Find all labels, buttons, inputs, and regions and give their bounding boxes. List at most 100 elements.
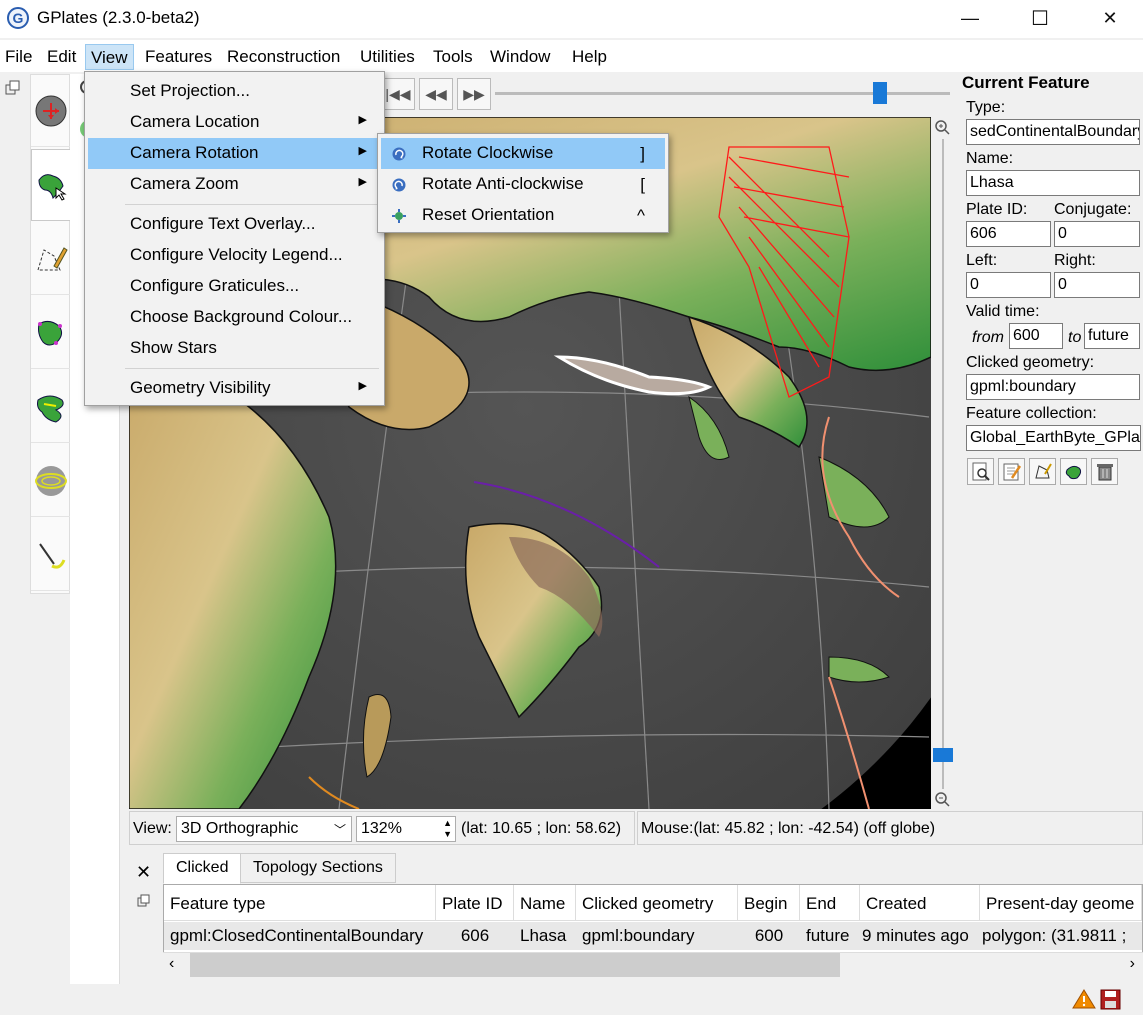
column-header-end[interactable]: End <box>800 885 860 921</box>
scroll-left-icon[interactable]: ‹ <box>169 955 174 973</box>
valid-time-label: Valid time: <box>966 303 1040 320</box>
undock-icon[interactable] <box>5 80 21 96</box>
horizontal-scrollbar-thumb[interactable] <box>190 953 840 977</box>
edit-icon <box>1003 463 1021 480</box>
close-button[interactable]: ✕ <box>1075 0 1143 36</box>
maximize-button[interactable]: ☐ <box>1005 0 1075 36</box>
menu-utilities[interactable]: Utilities <box>355 44 420 70</box>
name-field[interactable]: Lhasa <box>966 170 1140 196</box>
plate-shape-icon <box>1065 465 1081 479</box>
left-field[interactable]: 0 <box>966 272 1051 298</box>
step-back-button[interactable]: ◀◀ <box>419 78 453 110</box>
tab-clicked[interactable]: Clicked <box>163 853 242 884</box>
column-header-created[interactable]: Created <box>860 885 980 921</box>
save-icon <box>1100 989 1121 1010</box>
menu-item-configure-graticules[interactable]: Configure Graticules... <box>88 271 381 302</box>
scroll-right-icon[interactable]: › <box>1130 955 1135 973</box>
query-feature-button[interactable] <box>967 458 994 485</box>
time-slider-thumb[interactable] <box>873 82 887 104</box>
menu-window[interactable]: Window <box>485 44 555 70</box>
column-header-feature-type[interactable]: Feature type <box>164 885 436 921</box>
rotate-clockwise-icon <box>392 147 406 161</box>
menu-item-choose-background-colour[interactable]: Choose Background Colour... <box>88 302 381 333</box>
menu-item-rotate-clockwise[interactable]: Rotate Clockwise ] <box>381 138 665 169</box>
topology-tools-button[interactable] <box>31 371 71 443</box>
conjugate-field[interactable]: 0 <box>1054 221 1140 247</box>
menu-view[interactable]: View <box>85 44 134 70</box>
to-field[interactable]: future <box>1084 323 1140 349</box>
clone-geometry-button[interactable] <box>1029 458 1056 485</box>
panel-close-icon[interactable]: ✕ <box>136 862 151 883</box>
cell-plate-id: 606 <box>436 922 514 950</box>
minimize-button[interactable]: — <box>935 0 1005 36</box>
trash-icon <box>1096 463 1113 480</box>
projection-select[interactable]: 3D Orthographic ﹀ <box>176 816 352 842</box>
shortcut-label: ^ <box>637 206 645 225</box>
feature-inspection-button[interactable] <box>31 149 71 221</box>
step-forward-button[interactable]: ▶▶ <box>457 78 491 110</box>
menu-item-configure-text-overlay[interactable]: Configure Text Overlay... <box>88 209 381 240</box>
menu-item-configure-velocity-legend[interactable]: Configure Velocity Legend... <box>88 240 381 271</box>
jump-to-start-button[interactable]: |◀◀ <box>381 78 415 110</box>
column-header-clicked-geometry[interactable]: Clicked geometry <box>576 885 738 921</box>
clicked-geometry-label: Clicked geometry: <box>966 354 1095 371</box>
column-header-plate-id[interactable]: Plate ID <box>436 885 514 921</box>
submenu-arrow-icon: ▶ <box>358 145 367 157</box>
menu-item-camera-rotation[interactable]: Camera Rotation ▶ <box>88 138 381 169</box>
cell-name: Lhasa <box>514 922 576 950</box>
type-field[interactable]: sedContinentalBoundary <box>966 119 1140 145</box>
menu-file[interactable]: File <box>0 44 37 70</box>
menu-item-rotate-anticlockwise[interactable]: Rotate Anti-clockwise [ <box>381 169 665 200</box>
status-icons <box>1070 988 1140 1010</box>
gplates-logo-icon: G <box>7 7 29 29</box>
small-circle-icon <box>35 465 67 496</box>
left-label: Left: <box>966 252 998 269</box>
view-tools-button[interactable] <box>31 75 71 147</box>
panel-undock-icon[interactable] <box>137 894 151 913</box>
menu-help[interactable]: Help <box>567 44 612 70</box>
edit-feature-button[interactable] <box>998 458 1025 485</box>
from-field[interactable]: 600 <box>1009 323 1063 349</box>
plate-id-label: Plate ID: <box>966 201 1028 218</box>
zoom-slider-thumb[interactable] <box>933 748 953 762</box>
mouse-coordinates: Mouse:(lat: 45.82 ; lon: -42.54) (off gl… <box>641 820 936 837</box>
menu-item-set-projection[interactable]: Set Projection... <box>88 76 381 107</box>
submenu-arrow-icon: ▶ <box>358 380 367 392</box>
clicked-geometry-field[interactable]: gpml:boundary <box>966 374 1140 400</box>
camera-coordinates: (lat: 10.65 ; lon: 58.62) <box>461 820 622 837</box>
right-field[interactable]: 0 <box>1054 272 1140 298</box>
menu-item-camera-zoom[interactable]: Camera Zoom ▶ <box>88 169 381 200</box>
menu-item-reset-orientation[interactable]: Reset Orientation ^ <box>381 200 665 231</box>
view-status-bar: View: 3D Orthographic ﹀ 132% ▲ ▼ (lat: 10… <box>129 811 635 845</box>
menu-edit[interactable]: Edit <box>42 44 81 70</box>
menu-reconstruction[interactable]: Reconstruction <box>222 44 345 70</box>
plate-id-field[interactable]: 606 <box>966 221 1051 247</box>
pole-manipulation-button[interactable] <box>31 445 71 517</box>
menu-item-camera-location[interactable]: Camera Location ▶ <box>88 107 381 138</box>
view-label: View: <box>133 820 172 837</box>
spin-arrows-icon[interactable]: ▲ ▼ <box>443 818 452 840</box>
modify-geometry-button[interactable] <box>31 297 71 369</box>
digitisation-button[interactable] <box>31 223 71 295</box>
menu-item-geometry-visibility[interactable]: Geometry Visibility ▶ <box>88 373 381 404</box>
menu-separator <box>125 368 379 369</box>
zoom-spinbox[interactable]: 132% ▲ ▼ <box>356 816 456 842</box>
measure-distance-button[interactable] <box>31 519 71 591</box>
tool-category-strip <box>30 74 71 594</box>
name-label: Name: <box>966 150 1014 167</box>
cell-feature-type: gpml:ClosedContinentalBoundary <box>164 922 436 950</box>
feature-collection-field[interactable]: Global_EarthByte_GPlate <box>966 425 1141 451</box>
modify-geometry-icon <box>38 320 63 345</box>
tab-topology-sections[interactable]: Topology Sections <box>240 853 396 883</box>
menu-features[interactable]: Features <box>140 44 217 70</box>
menu-tools[interactable]: Tools <box>428 44 478 70</box>
to-label: to <box>1068 329 1082 346</box>
menu-item-show-stars[interactable]: Show Stars <box>88 333 381 364</box>
delete-feature-button[interactable] <box>1091 458 1118 485</box>
column-header-name[interactable]: Name <box>514 885 576 921</box>
zoom-slider[interactable] <box>931 117 955 809</box>
shortcut-label: [ <box>640 175 645 194</box>
column-header-begin[interactable]: Begin <box>738 885 800 921</box>
delete-geometry-button[interactable] <box>1060 458 1087 485</box>
column-header-present-day-geometry[interactable]: Present-day geome <box>980 885 1142 921</box>
